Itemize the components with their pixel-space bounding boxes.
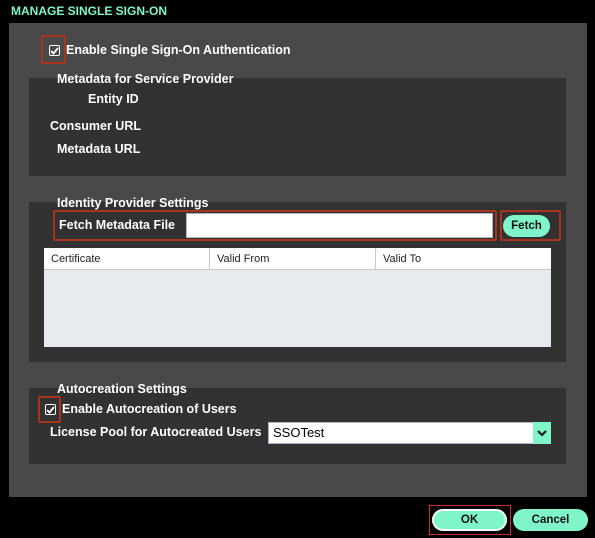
autocreation-heading: Autocreation Settings xyxy=(57,382,187,396)
identity-provider-heading: Identity Provider Settings xyxy=(57,196,209,210)
fetch-button[interactable]: Fetch xyxy=(503,215,550,237)
license-pool-dropdown-button[interactable] xyxy=(533,422,551,444)
license-pool-label: License Pool for Autocreated Users xyxy=(50,425,262,439)
cancel-button[interactable]: Cancel xyxy=(513,509,588,531)
entity-id-label: Entity ID xyxy=(88,92,139,106)
column-header-valid-from[interactable]: Valid From xyxy=(210,248,376,269)
chevron-down-icon xyxy=(537,429,547,437)
column-header-certificate[interactable]: Certificate xyxy=(44,248,210,269)
enable-autocreation-checkbox[interactable] xyxy=(45,404,56,415)
license-pool-selected-value: SSOTest xyxy=(273,425,325,440)
ok-button[interactable]: OK xyxy=(432,509,507,531)
checkmark-icon xyxy=(46,405,55,414)
enable-sso-checkbox[interactable] xyxy=(49,45,60,56)
service-provider-heading: Metadata for Service Provider xyxy=(57,72,234,86)
enable-autocreation-label: Enable Autocreation of Users xyxy=(62,402,237,416)
dialog-title: MANAGE SINGLE SIGN-ON xyxy=(11,4,168,18)
fetch-metadata-label: Fetch Metadata File xyxy=(59,218,175,232)
fetch-metadata-input[interactable] xyxy=(186,213,493,238)
metadata-url-label: Metadata URL xyxy=(57,142,141,156)
certificate-table-header: Certificate Valid From Valid To xyxy=(44,248,551,270)
enable-sso-label: Enable Single Sign-On Authentication xyxy=(66,43,291,57)
consumer-url-label: Consumer URL xyxy=(50,119,141,133)
column-header-valid-to[interactable]: Valid To xyxy=(376,248,551,269)
license-pool-select[interactable]: SSOTest xyxy=(268,422,534,444)
checkmark-icon xyxy=(50,46,59,55)
certificate-table: Certificate Valid From Valid To xyxy=(44,248,551,347)
